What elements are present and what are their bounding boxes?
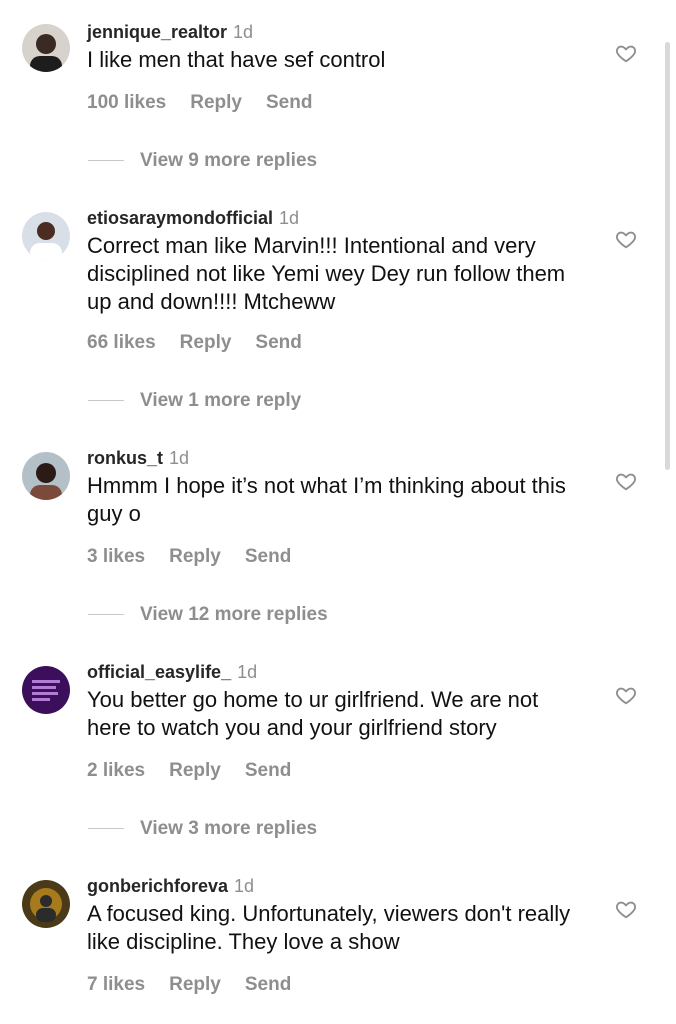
avatar[interactable] [22,880,70,928]
avatar[interactable] [22,452,70,500]
divider-line [88,614,124,616]
comment-header: etiosaraymondofficial 1d [87,208,299,229]
scrollbar[interactable] [665,42,670,470]
comment-actions: 2 likes Reply Send [87,760,315,782]
comment-text: I like men that have sef control [87,47,386,72]
comment-actions: 66 likes Reply Send [87,332,326,354]
view-more-replies-label[interactable]: View 1 more reply [140,390,301,411]
view-more-replies[interactable]: View 9 more replies [88,150,317,172]
likes-count[interactable]: 66 likes [87,332,156,353]
heart-icon[interactable] [615,470,637,492]
comment-actions: 100 likes Reply Send [87,92,336,114]
username[interactable]: official_easylife_ [87,662,231,682]
username[interactable]: etiosaraymondofficial [87,208,273,228]
divider-line [88,828,124,830]
divider-line [88,160,124,162]
reply-button[interactable]: Reply [169,974,221,995]
comment-actions: 7 likes Reply Send [87,974,315,996]
heart-icon[interactable] [615,684,637,706]
heart-icon[interactable] [615,42,637,64]
reply-button[interactable]: Reply [190,92,242,113]
avatar[interactable] [22,666,70,714]
timestamp: 1d [234,876,255,896]
timestamp: 1d [279,208,300,228]
comment-text: You better go home to ur girlfriend. We … [87,687,539,740]
avatar[interactable] [22,24,70,72]
view-more-replies[interactable]: View 1 more reply [88,390,301,412]
comment-text: A focused king. Unfortunately, viewers d… [87,901,571,954]
view-more-replies-label[interactable]: View 3 more replies [140,818,317,839]
comment-actions: 3 likes Reply Send [87,546,315,568]
timestamp: 1d [169,448,190,468]
username[interactable]: jennique_realtor [87,22,227,42]
username[interactable]: ronkus_t [87,448,163,468]
divider-line [88,400,124,402]
likes-count[interactable]: 3 likes [87,546,145,567]
send-button[interactable]: Send [245,974,291,995]
comment-header: ronkus_t 1d [87,448,189,469]
timestamp: 1d [233,22,254,42]
send-button[interactable]: Send [255,332,301,353]
comment-header: gonberichforeva 1d [87,876,254,897]
view-more-replies-label[interactable]: View 9 more replies [140,150,317,171]
username[interactable]: gonberichforeva [87,876,228,896]
comment-header: official_easylife_ 1d [87,662,257,683]
reply-button[interactable]: Reply [169,760,221,781]
view-more-replies[interactable]: View 3 more replies [88,818,317,840]
likes-count[interactable]: 100 likes [87,92,166,113]
view-more-replies[interactable]: View 12 more replies [88,604,328,626]
timestamp: 1d [237,662,258,682]
send-button[interactable]: Send [266,92,312,113]
likes-count[interactable]: 7 likes [87,974,145,995]
reply-button[interactable]: Reply [169,546,221,567]
avatar[interactable] [22,212,70,260]
view-more-replies-label[interactable]: View 12 more replies [140,604,328,625]
send-button[interactable]: Send [245,546,291,567]
likes-count[interactable]: 2 likes [87,760,145,781]
comment-header: jennique_realtor 1d [87,22,253,43]
heart-icon[interactable] [615,228,637,250]
comment-text: Hmmm I hope it’s not what I’m thinking a… [87,473,566,526]
comment-text: Correct man like Marvin!!! Intentional a… [87,233,566,314]
send-button[interactable]: Send [245,760,291,781]
heart-icon[interactable] [615,898,637,920]
reply-button[interactable]: Reply [180,332,232,353]
